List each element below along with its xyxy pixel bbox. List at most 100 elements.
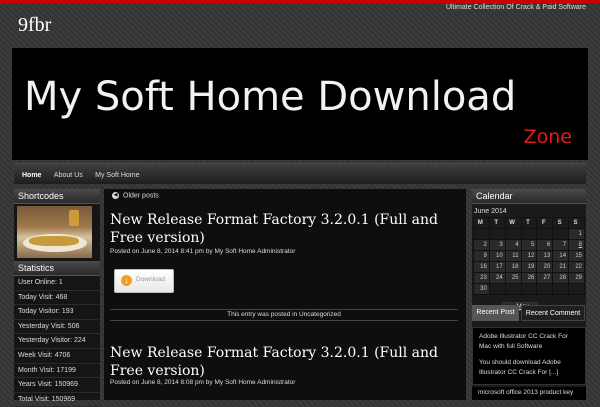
download-button-label: Download [136,276,165,283]
calendar-day: 28 [552,272,570,284]
post-date[interactable]: June 8, 2014 8:41 pm [141,248,204,255]
calendar-day-link[interactable]: 8 [568,239,585,251]
recent-post-link[interactable]: microsoft office 2013 product key [472,387,586,400]
weekday-header: M [473,217,490,229]
stat-week-visit: Week Visit: 4706 [14,349,100,364]
calendar-week-row: 23 24 25 26 27 28 29 [473,272,585,284]
banner-subtitle: Zone [523,126,572,148]
post-meta-by: by [205,248,213,255]
back-arrow-icon: ◀ [112,192,119,199]
calendar-day [536,228,554,240]
calendar-day: 9 [473,250,490,262]
post-meta: Posted on June 8, 2014 8:08 pm by My Sof… [110,379,295,386]
calendar-day [473,228,490,240]
food-photo-image[interactable] [17,206,92,258]
tab-recent-post[interactable]: Recent Post [472,305,519,321]
calendar-week-row: 9 10 11 12 13 14 15 [473,250,585,262]
calendar-day: 29 [568,272,585,284]
stat-years-visit: Years Visit: 150969 [14,378,100,393]
calendar-day: 16 [473,261,490,273]
weekday-header: W [504,217,522,229]
calendar-day: 17 [488,261,506,273]
calendar-day: 22 [568,261,585,273]
calendar-day: 3 [488,239,506,251]
calendar-day: 24 [488,272,506,284]
post-meta: Posted on June 8, 2014 8:41 pm by My Sof… [110,248,295,255]
recent-post-box: Adobe Illustrator CC Crack For Mac with … [472,327,586,385]
post-title[interactable]: New Release Format Factory 3.2.0.1 (Full… [110,211,450,247]
shortcodes-widget-title: Shortcodes [14,189,100,204]
post-date[interactable]: June 8, 2014 8:08 pm [141,379,204,386]
calendar-day: 15 [568,250,585,262]
weekday-header: F [536,217,554,229]
calendar-day: 5 [520,239,538,251]
calendar-day: 7 [552,239,570,251]
calendar-day [552,228,570,240]
site-tagline: Ultimate Collection Of Crack & Paid Soft… [445,4,586,11]
calendar-day: 13 [536,250,554,262]
post-author[interactable]: My Soft Home Administrator [214,379,295,386]
older-posts-label: Older posts [123,192,159,200]
glass-shape [69,210,79,226]
calendar-week-row: 30 [473,283,585,295]
tab-recent-comment[interactable]: Recent Comment [521,305,585,321]
calendar-day [504,283,522,295]
calendar-day: 1 [568,228,585,240]
top-accent-line [0,0,600,3]
stat-today-visitor: Today Visitor: 193 [14,305,100,320]
calendar-day: 25 [504,272,522,284]
banner-title: My Soft Home Download [24,74,517,120]
calendar-day: 19 [520,261,538,273]
weekday-header: S [552,217,570,229]
calendar-day: 30 [473,283,490,295]
calendar-day: 18 [504,261,522,273]
site-title[interactable]: 9fbr [18,14,51,37]
download-button[interactable]: ↓ Download [114,269,174,293]
calendar-day [488,283,506,295]
calendar-day [536,283,554,295]
calendar-day: 4 [504,239,522,251]
calendar-day: 6 [536,239,554,251]
nav-item-home[interactable]: Home [22,166,41,186]
nav-item-my-soft-home[interactable]: My Soft Home [95,166,139,186]
recent-post-link[interactable]: Adobe Illustrator CC Crack For Mac with … [479,332,579,352]
calendar-day: 21 [552,261,570,273]
older-posts-link[interactable]: ◀ Older posts [112,192,159,199]
calendar-day: 26 [520,272,538,284]
download-arrow-icon: ↓ [121,275,132,286]
food-shape [29,236,79,246]
calendar-day [488,228,506,240]
post-meta-prefix: Posted on [110,379,140,386]
post-meta-by: by [205,379,213,386]
recent-post-excerpt: You should download Adobe Illustrator CC… [479,359,561,376]
post-meta-prefix: Posted on [110,248,140,255]
nav-item-about-us[interactable]: About Us [54,166,83,186]
post-title[interactable]: New Release Format Factory 3.2.0.1 (Full… [110,344,450,380]
calendar-day: 11 [504,250,522,262]
calendar-day [520,283,538,295]
calendar-day: 10 [488,250,506,262]
calendar-weekday-row: M T W T F S S [473,217,585,229]
calendar-day: 12 [520,250,538,262]
weekday-header: T [520,217,538,229]
calendar-day [520,228,538,240]
calendar-month: June 2014 [474,208,507,215]
calendar-table: M T W T F S S 1 2 3 4 5 6 7 8 9 10 11 12… [473,217,585,295]
calendar-day: 23 [473,272,490,284]
calendar-week-row: 1 [473,228,585,240]
calendar-day: 14 [552,250,570,262]
left-sidebar: Shortcodes Statistics User Online: 1 Tod… [14,189,100,407]
stat-yesterday-visit: Yesterday Visit: 506 [14,320,100,335]
stat-yesterday-visitor: Yesterday Visitor: 224 [14,334,100,349]
main-navigation: Home About Us My Soft Home [14,163,586,184]
stat-user-online: User Online: 1 [14,276,100,291]
post-author[interactable]: My Soft Home Administrator [214,248,295,255]
stat-today-visit: Today Visit: 468 [14,291,100,306]
calendar-day: 20 [536,261,554,273]
calendar-week-row: 16 17 18 19 20 21 22 [473,261,585,273]
calendar-day [504,228,522,240]
statistics-widget-title: Statistics [14,261,100,276]
main-content: ◀ Older posts New Release Format Factory … [104,189,466,400]
weekday-header: T [488,217,506,229]
header-banner: My Soft Home Download Zone [12,48,588,160]
